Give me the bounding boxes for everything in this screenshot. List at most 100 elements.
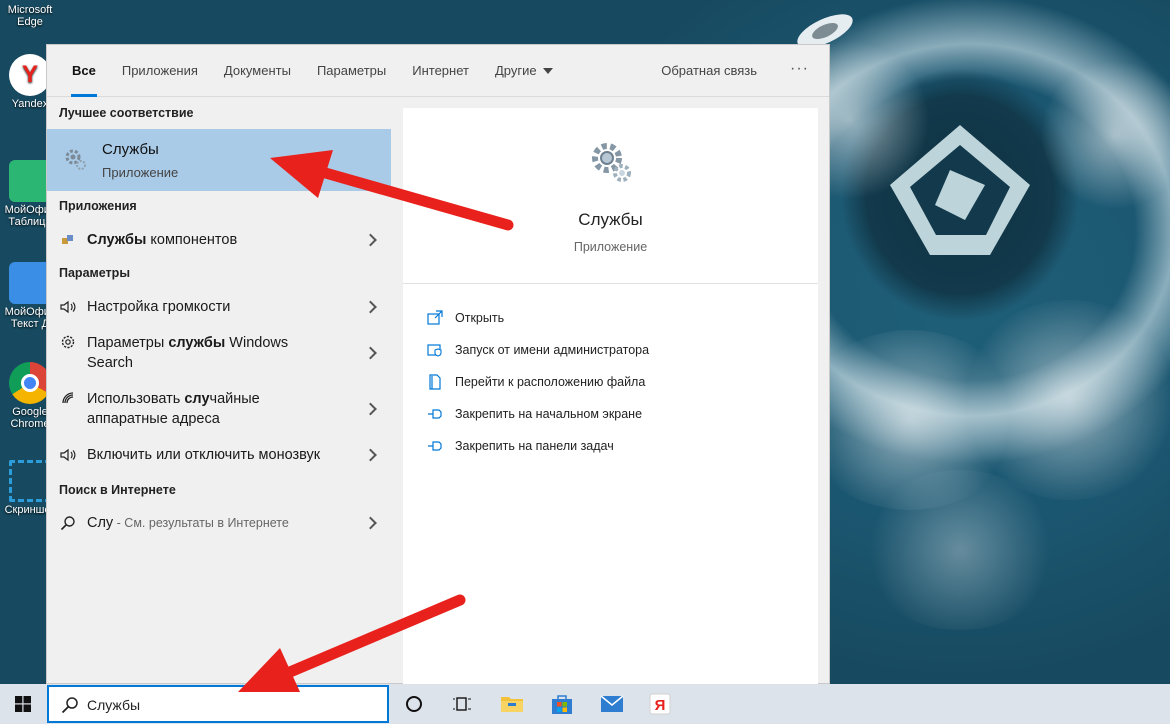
services-gear-icon [65, 149, 86, 170]
tab-apps[interactable]: Приложения [109, 45, 211, 97]
tab-web[interactable]: Интернет [399, 45, 482, 97]
action-label: Перейти к расположению файла [455, 375, 646, 389]
start-search-panel: Все Приложения Документы Параметры Интер… [46, 44, 830, 685]
tab-all[interactable]: Все [59, 45, 109, 97]
result-bold-text: Службы [87, 232, 147, 248]
chevron-right-icon[interactable] [364, 300, 377, 314]
start-button[interactable] [0, 684, 46, 724]
action-run-as-admin[interactable]: Запуск от имени администратора [403, 334, 818, 366]
pin-icon [428, 409, 442, 419]
section-web-search: Поиск в Интернете [59, 483, 176, 497]
chevron-right-icon[interactable] [364, 516, 377, 530]
action-open[interactable]: Открыть [403, 302, 818, 334]
action-pin-to-taskbar[interactable]: Закрепить на панели задач [403, 430, 818, 462]
search-filter-tabs: Все Приложения Документы Параметры Интер… [47, 45, 829, 97]
speaker-icon [59, 446, 77, 464]
feedback-button[interactable]: Обратная связь [648, 45, 770, 97]
task-view-icon [453, 697, 471, 711]
result-text: компонентов [146, 232, 238, 248]
action-label: Закрепить на панели задач [455, 439, 614, 453]
mail-button[interactable] [598, 690, 626, 718]
section-apps: Приложения [59, 199, 137, 213]
task-view-button[interactable] [448, 690, 476, 718]
svg-text:Я: Я [655, 697, 666, 714]
file-explorer-button[interactable] [498, 690, 526, 718]
action-pin-to-start[interactable]: Закрепить на начальном экране [403, 398, 818, 430]
cortana-button[interactable] [400, 690, 428, 718]
open-icon [427, 310, 443, 325]
web-hint-text: - См. результаты в Интернете [113, 516, 289, 530]
tab-documents[interactable]: Документы [211, 45, 304, 97]
result-windows-search-settings[interactable]: Параметры службы Windows Search [47, 325, 391, 381]
action-open-file-location[interactable]: Перейти к расположению файла [403, 366, 818, 398]
desktop-icon-label: Edge [17, 16, 43, 28]
result-text: чайные [209, 391, 260, 407]
result-text: Включить или отключить монозвук [87, 447, 321, 463]
section-settings: Параметры [59, 266, 130, 280]
section-best-match: Лучшее соответствие [59, 106, 194, 120]
web-query-text: Слу [87, 515, 114, 531]
result-volume-settings[interactable]: Настройка громкости [47, 289, 391, 325]
preview-actions: Открыть Запуск от имени администратора П… [403, 284, 818, 462]
yandex-icon: Я [649, 693, 671, 715]
result-text: аппаратные адреса [87, 411, 220, 427]
preview-subtitle: Приложение [573, 240, 648, 254]
component-services-icon [59, 231, 77, 249]
results-list: Лучшее соответствие Службы Приложение Пр… [47, 97, 391, 683]
taskbar-search-input[interactable]: Службы [47, 685, 389, 723]
preview-title: Службы [578, 210, 643, 229]
admin-shield-icon [427, 344, 442, 357]
result-text: Windows [225, 335, 289, 351]
result-component-services[interactable]: Службы компонентов [47, 223, 391, 257]
search-icon [61, 697, 78, 714]
island-logo-icon [890, 125, 1030, 255]
desktop-icon-edge[interactable]: Microsoft Edge [0, 4, 60, 28]
store-icon [552, 695, 572, 714]
result-preview-pane: Службы Приложение Открыть Запуск от имен… [403, 108, 818, 685]
desktop-icon-label: Microsoft [7, 4, 53, 16]
result-mono-audio[interactable]: Включить или отключить монозвук [47, 437, 391, 473]
chevron-right-icon[interactable] [364, 233, 377, 247]
chevron-right-icon[interactable] [364, 448, 377, 462]
chrome-icon [9, 362, 51, 404]
myoffice-table-icon [9, 160, 51, 202]
taskbar: Службы Я [0, 684, 1170, 724]
best-match-result[interactable]: Службы Приложение [47, 129, 391, 191]
result-random-hardware-addresses[interactable]: Использовать случайные аппаратные адреса [47, 381, 391, 437]
myoffice-text-icon [9, 262, 51, 304]
mail-icon [600, 695, 624, 712]
screenshot-icon [9, 460, 51, 502]
wifi-icon [59, 389, 77, 407]
result-text: Параметры [87, 335, 169, 351]
result-web-search[interactable]: Слу - См. результаты в Интернете [47, 505, 391, 541]
chevron-down-icon [542, 68, 553, 75]
yandex-button[interactable]: Я [646, 690, 674, 718]
action-label: Открыть [455, 311, 505, 325]
result-text: Использовать [87, 391, 185, 407]
search-input-value: Службы [87, 697, 141, 713]
store-button[interactable] [548, 690, 576, 718]
services-gear-icon [592, 143, 631, 182]
action-label: Запуск от имени администратора [455, 343, 650, 357]
action-label: Закрепить на начальном экране [455, 407, 643, 421]
pin-icon [428, 441, 442, 451]
tab-more[interactable]: Другие [482, 45, 566, 97]
more-options-button[interactable]: ··· [770, 45, 829, 97]
speaker-icon [59, 298, 77, 316]
windows-start-icon [15, 696, 31, 712]
gear-icon [59, 333, 77, 351]
result-text: Search [87, 355, 133, 371]
best-match-subtitle: Приложение [102, 165, 179, 180]
cortana-icon [406, 696, 422, 712]
search-icon [59, 514, 77, 532]
best-match-title: Службы [102, 141, 159, 158]
tab-more-label: Другие [494, 62, 537, 78]
file-explorer-icon [501, 697, 523, 712]
yandex-browser-icon: Y [9, 54, 51, 96]
result-bold-text: службы [168, 335, 226, 351]
chevron-right-icon[interactable] [364, 346, 377, 360]
result-bold-text: слу [184, 391, 210, 407]
tab-settings[interactable]: Параметры [304, 45, 399, 97]
file-location-icon [429, 374, 441, 390]
chevron-right-icon[interactable] [364, 402, 377, 416]
